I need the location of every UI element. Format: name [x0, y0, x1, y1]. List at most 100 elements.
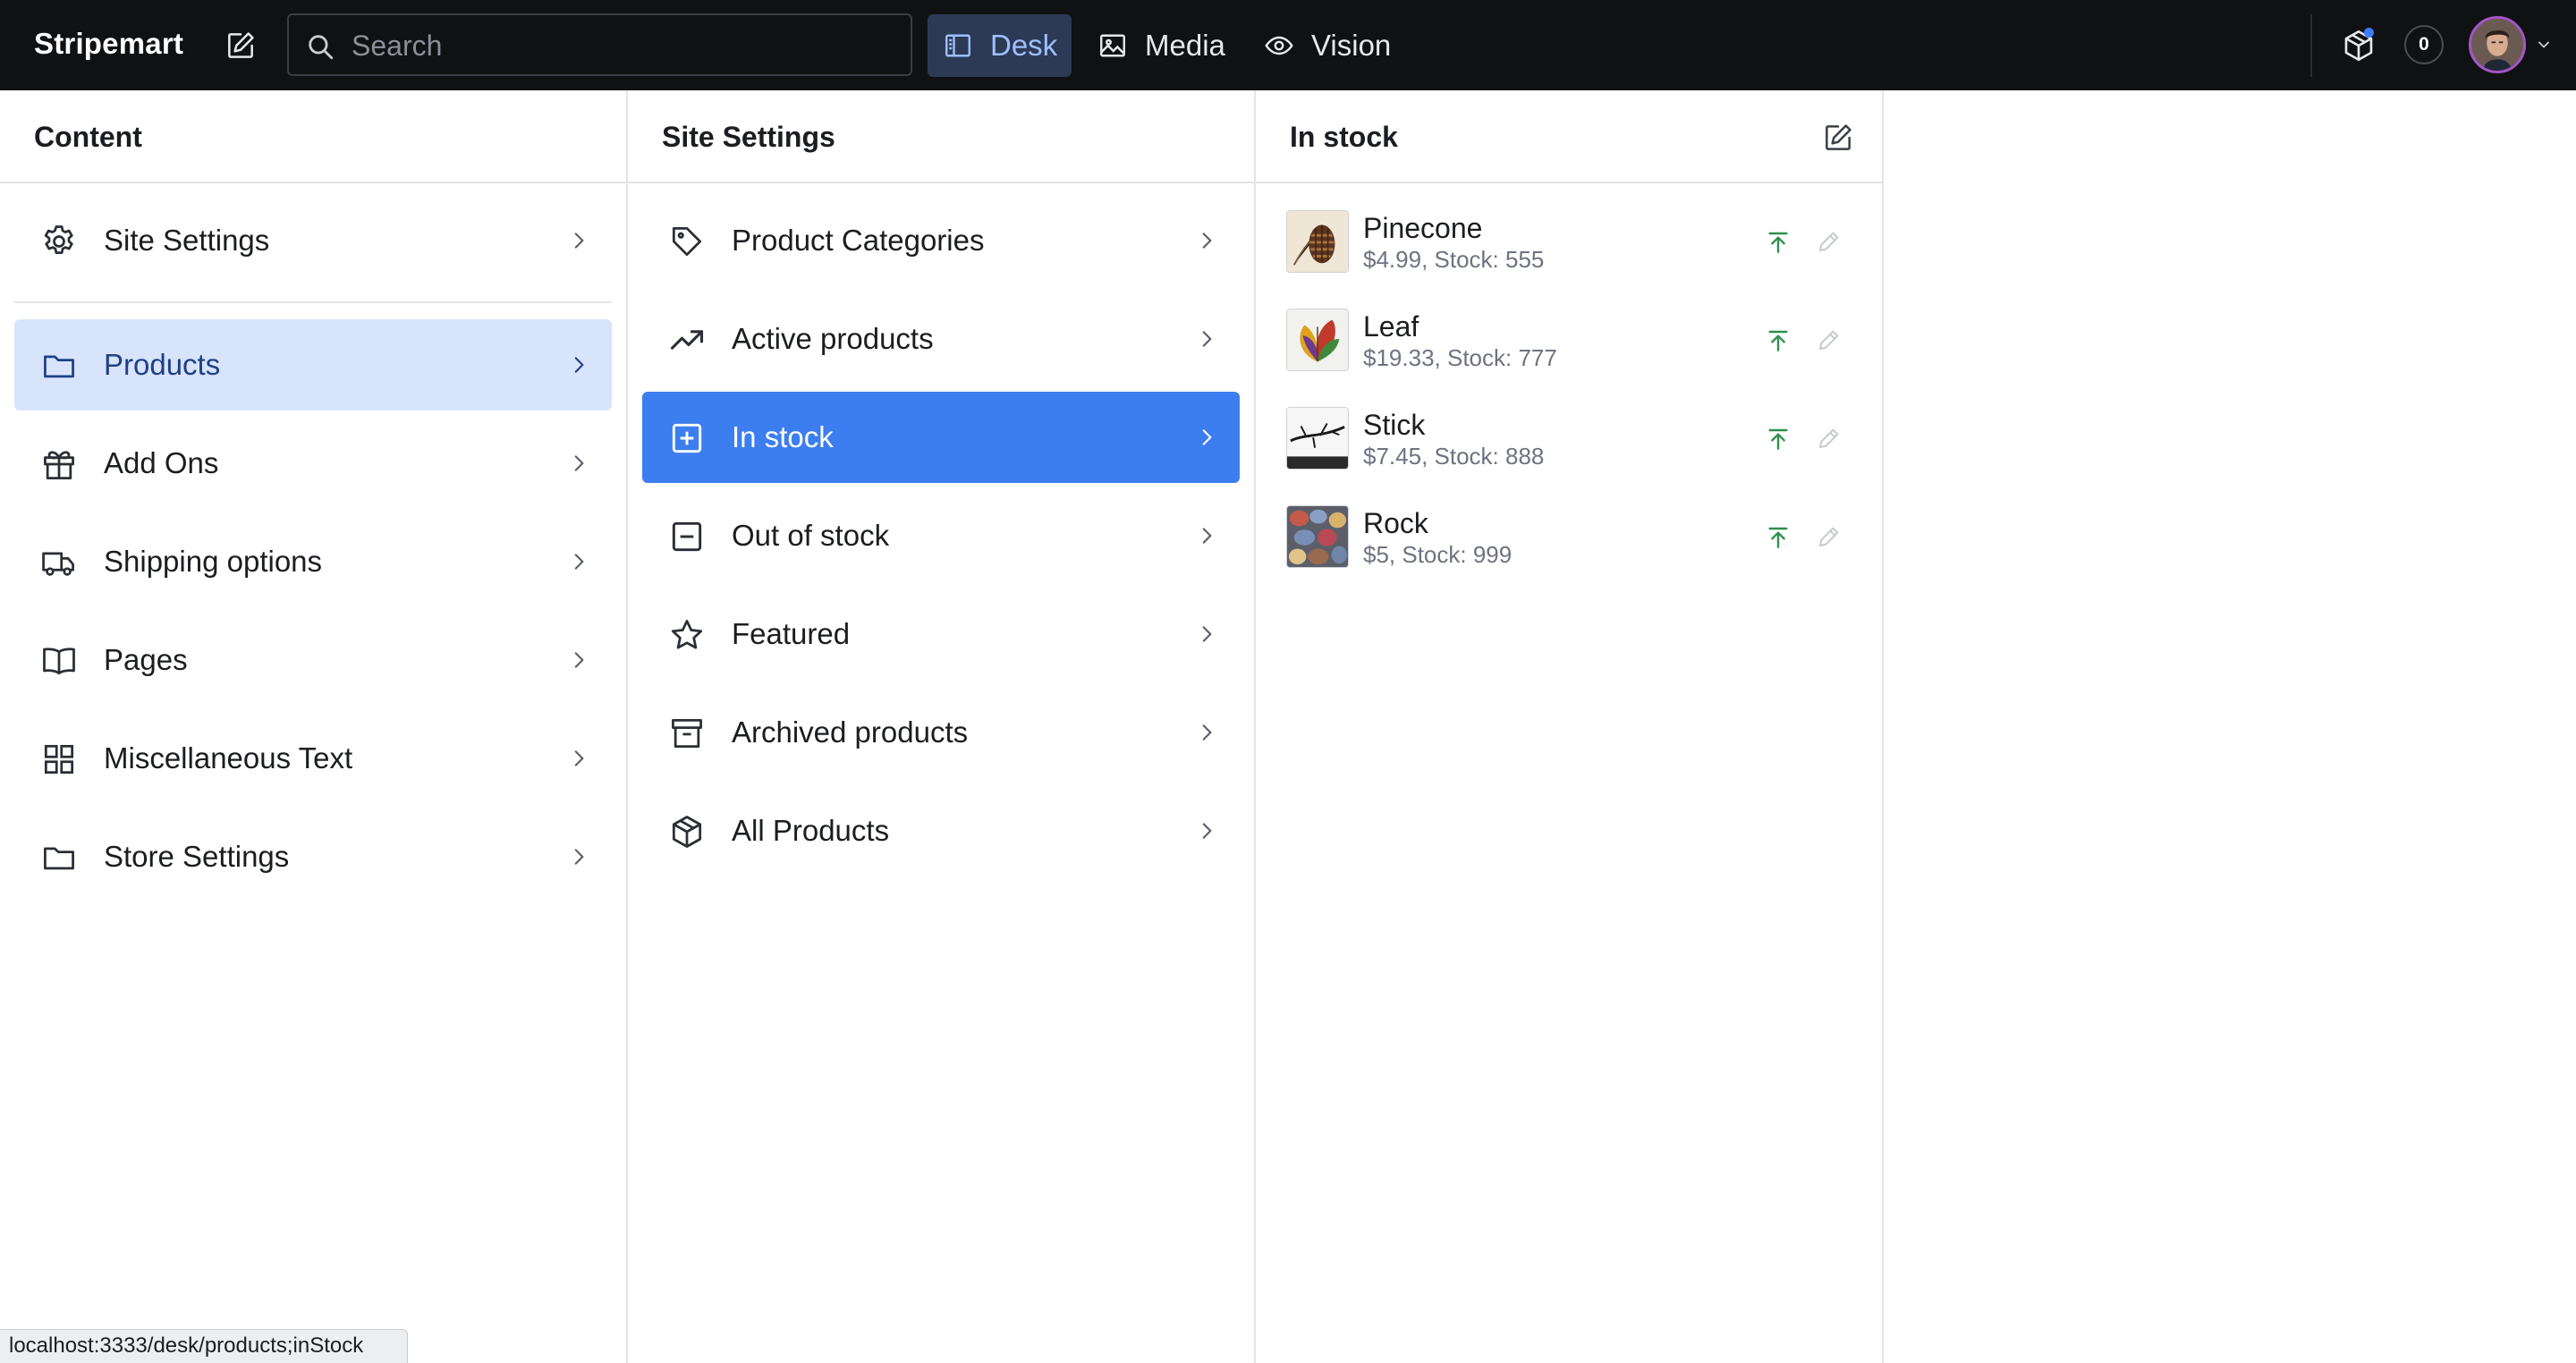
- search-icon: [309, 35, 334, 60]
- search-box[interactable]: [287, 13, 912, 76]
- content-item-label: Pages: [104, 643, 188, 676]
- eye-icon: [1265, 36, 1293, 55]
- top-navbar: Stripemart Desk Media Vision 0: [0, 0, 2576, 90]
- settings-item-in-stock[interactable]: In stock: [642, 392, 1240, 483]
- book-icon: [43, 648, 75, 675]
- navbar-divider: [2310, 14, 2312, 77]
- settings-item-archived-products[interactable]: Archived products: [642, 687, 1240, 778]
- document-item-pinecone[interactable]: Pinecone $4.99, Stock: 555: [1270, 196, 1868, 287]
- image-icon: [1100, 34, 1125, 57]
- settings-item-featured[interactable]: Featured: [642, 588, 1240, 680]
- document-item-leaf[interactable]: Leaf $19.33, Stock: 777: [1270, 294, 1868, 385]
- desk-icon: [945, 34, 970, 57]
- content-item-label: Site Settings: [104, 224, 270, 257]
- content-item-pages[interactable]: Pages: [14, 614, 612, 706]
- content-divider: [14, 301, 612, 303]
- remove-square-icon: [672, 521, 702, 552]
- document-item-stick[interactable]: Stick $7.45, Stock: 888: [1270, 393, 1868, 484]
- settings-item-all-products[interactable]: All Products: [642, 785, 1240, 876]
- document-title: Stick: [1363, 409, 1426, 441]
- content-pane-title: Content: [34, 121, 142, 153]
- content-item-store-settings[interactable]: Store Settings: [14, 811, 612, 902]
- content-item-label: Shipping options: [104, 545, 323, 578]
- content-item-shipping-options[interactable]: Shipping options: [14, 516, 612, 607]
- document-title: Leaf: [1363, 310, 1419, 343]
- settings-item-out-of-stock[interactable]: Out of stock: [642, 490, 1240, 581]
- leaf-image-icon: [1287, 309, 1348, 370]
- edit-pencil-icon[interactable]: [1816, 425, 1843, 452]
- user-avatar[interactable]: [2469, 16, 2526, 73]
- chevron-right-icon: [574, 750, 584, 766]
- document-item-rock[interactable]: Rock $5, Stock: 999: [1270, 491, 1868, 582]
- folder-icon: [44, 847, 74, 870]
- edit-pencil-icon[interactable]: [1816, 523, 1843, 550]
- chevron-right-icon: [1202, 331, 1212, 347]
- edit-pencil-icon[interactable]: [1816, 326, 1843, 353]
- avatar-portrait-icon: [2471, 19, 2523, 71]
- rock-image-icon: [1287, 506, 1348, 567]
- chevron-right-icon: [1202, 429, 1212, 445]
- brand-logo[interactable]: Stripemart: [34, 27, 183, 61]
- content-item-site-settings[interactable]: Site Settings: [14, 195, 612, 286]
- folder-icon: [44, 355, 74, 378]
- tool-desk[interactable]: Desk: [928, 14, 1072, 77]
- in-stock-pane-title: In stock: [1290, 121, 1398, 153]
- site-settings-pane: Site Settings Product Categories Active …: [628, 90, 1256, 1363]
- publish-icon[interactable]: [1764, 326, 1792, 355]
- tool-desk-label: Desk: [990, 29, 1058, 62]
- settings-item-label: Out of stock: [732, 519, 890, 552]
- gift-icon: [44, 451, 74, 479]
- stick-image-icon: [1287, 408, 1348, 469]
- content-item-label: Products: [104, 348, 221, 381]
- tool-media-label: Media: [1145, 29, 1225, 62]
- presence-count-badge[interactable]: 0: [2404, 25, 2444, 64]
- tool-vision-label: Vision: [1311, 29, 1392, 62]
- search-input[interactable]: [350, 24, 890, 67]
- chevron-right-icon: [1202, 528, 1212, 544]
- settings-item-label: Archived products: [732, 715, 969, 749]
- product-thumbnail: [1286, 309, 1349, 371]
- chevron-right-icon: [574, 455, 584, 471]
- in-stock-pane: In stock Pinecone $4.99, Stock: 555 Leaf…: [1256, 90, 1884, 1363]
- chevron-right-icon: [574, 652, 584, 668]
- settings-item-label: In stock: [732, 420, 834, 453]
- settings-item-active-products[interactable]: Active products: [642, 293, 1240, 385]
- tool-media[interactable]: Media: [1082, 14, 1240, 77]
- settings-item-product-categories[interactable]: Product Categories: [642, 195, 1240, 286]
- settings-item-label: Product Categories: [732, 224, 985, 257]
- tool-vision[interactable]: Vision: [1249, 14, 1405, 77]
- chevron-right-icon: [1202, 823, 1212, 839]
- compose-icon[interactable]: [1821, 121, 1855, 155]
- publish-icon[interactable]: [1764, 425, 1792, 453]
- settings-item-label: All Products: [732, 814, 890, 847]
- product-thumbnail: [1286, 210, 1349, 273]
- chevron-right-icon: [1202, 626, 1212, 642]
- trend-up-icon: [670, 330, 704, 350]
- content-item-label: Store Settings: [104, 840, 290, 873]
- star-icon: [671, 620, 703, 649]
- notification-dot: [2364, 28, 2374, 38]
- in-stock-pane-header: In stock: [1256, 90, 1882, 183]
- chevron-right-icon: [574, 849, 584, 865]
- product-thumbnail: [1286, 505, 1349, 568]
- document-subtitle: $19.33, Stock: 777: [1363, 344, 1557, 371]
- site-settings-pane-header: Site Settings: [628, 90, 1254, 183]
- new-document-icon[interactable]: [224, 29, 258, 63]
- chevron-down-icon[interactable]: [2535, 36, 2553, 54]
- publish-icon[interactable]: [1764, 523, 1792, 552]
- content-item-miscellaneous-text[interactable]: Miscellaneous Text: [14, 713, 612, 804]
- document-title: Pinecone: [1363, 212, 1483, 244]
- document-title: Rock: [1363, 507, 1428, 539]
- chevron-right-icon: [574, 233, 584, 249]
- gear-icon: [44, 225, 73, 255]
- settings-item-label: Featured: [732, 617, 851, 650]
- publish-icon[interactable]: [1764, 228, 1792, 257]
- truck-icon: [42, 552, 74, 576]
- edit-pencil-icon[interactable]: [1816, 228, 1843, 255]
- content-item-label: Add Ons: [104, 446, 219, 479]
- content-item-products[interactable]: Products: [14, 319, 612, 411]
- package-icon: [672, 816, 702, 848]
- product-thumbnail: [1286, 407, 1349, 470]
- grid-icon: [44, 744, 74, 775]
- content-item-add-ons[interactable]: Add Ons: [14, 418, 612, 509]
